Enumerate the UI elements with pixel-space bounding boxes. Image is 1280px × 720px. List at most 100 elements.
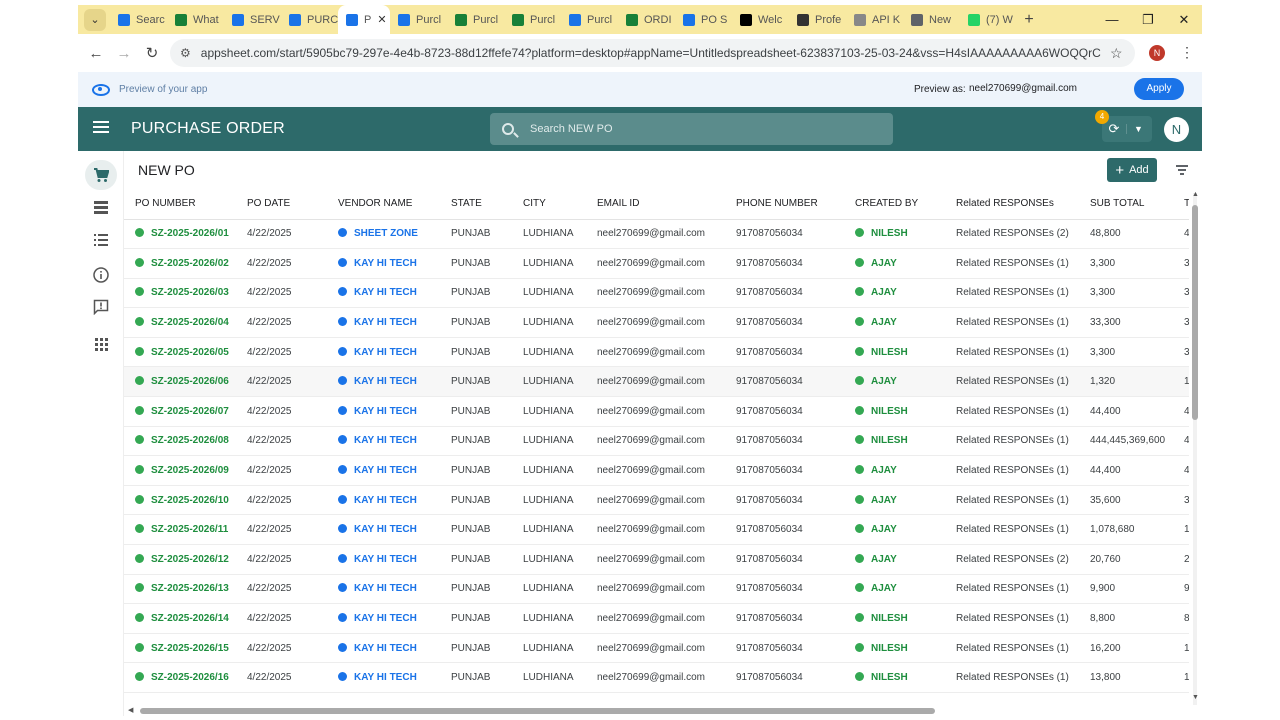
column-header[interactable]: Related RESPONSEs (945, 188, 1079, 220)
feedback-icon[interactable] (85, 292, 117, 322)
browser-tab[interactable]: Welc (732, 5, 789, 34)
po-value[interactable]: SZ-2025-2026/15 (151, 643, 229, 654)
created-value[interactable]: AJAY (871, 465, 897, 476)
tab-search-menu-icon[interactable]: ⌄ (84, 8, 106, 31)
table-row[interactable]: SZ-2025-2026/15 4/22/2025 KAY HI TECH PUNJA… (124, 633, 1189, 664)
table-row[interactable]: SZ-2025-2026/11 4/22/2025 KAY HI TECH PUNJA… (124, 514, 1189, 546)
po-value[interactable]: SZ-2025-2026/10 (151, 495, 229, 506)
vendor-value[interactable]: KAY HI TECH (354, 495, 417, 506)
scroll-down-icon[interactable]: ▼ (1192, 694, 1199, 701)
table-row[interactable]: SZ-2025-2026/04 4/22/2025 KAY HI TECH PUNJA… (124, 307, 1189, 338)
browser-tab[interactable]: Purcl (504, 5, 561, 34)
vendor-value[interactable]: KAY HI TECH (354, 258, 417, 269)
created-value[interactable]: NILESH (871, 643, 908, 654)
created-value[interactable]: NILESH (871, 347, 908, 358)
related-value[interactable]: Related RESPONSEs (1) (956, 613, 1069, 624)
po-value[interactable]: SZ-2025-2026/11 (151, 524, 228, 535)
po-value[interactable]: SZ-2025-2026/08 (151, 435, 229, 446)
table-row[interactable]: SZ-2025-2026/13 4/22/2025 KAY HI TECH PUNJA… (124, 574, 1189, 605)
column-header[interactable]: PO NUMBER (124, 188, 236, 220)
po-value[interactable]: SZ-2025-2026/12 (151, 554, 229, 565)
back-icon[interactable]: ← (82, 45, 110, 62)
restore-icon[interactable]: ❐ (1130, 5, 1166, 34)
horizontal-scroll-thumb[interactable] (140, 708, 935, 714)
table-view-icon[interactable] (85, 192, 117, 222)
browser-tab[interactable]: Searc (110, 5, 167, 34)
created-value[interactable]: AJAY (871, 287, 897, 298)
bookmark-star-icon[interactable]: ☆ (1110, 45, 1123, 62)
vendor-value[interactable]: KAY HI TECH (354, 347, 417, 358)
close-window-icon[interactable]: ✕ (1166, 5, 1202, 34)
browser-tab[interactable]: Profe (789, 5, 846, 34)
browser-tab[interactable]: SERV (224, 5, 281, 34)
po-value[interactable]: SZ-2025-2026/05 (151, 347, 229, 358)
scroll-up-icon[interactable]: ▲ (1192, 191, 1199, 198)
po-value[interactable]: SZ-2025-2026/16 (151, 672, 229, 683)
related-value[interactable]: Related RESPONSEs (1) (956, 465, 1069, 476)
related-value[interactable]: Related RESPONSEs (1) (956, 376, 1069, 387)
vendor-value[interactable]: KAY HI TECH (354, 465, 417, 476)
column-header[interactable]: EMAIL ID (586, 188, 725, 220)
created-value[interactable]: NILESH (871, 228, 908, 239)
cart-icon[interactable] (85, 160, 117, 190)
created-value[interactable]: AJAY (871, 317, 897, 328)
created-value[interactable]: AJAY (871, 554, 897, 565)
minimize-icon[interactable]: — (1094, 5, 1130, 34)
related-value[interactable]: Related RESPONSEs (1) (956, 347, 1069, 358)
reload-icon[interactable]: ↻ (138, 44, 166, 62)
po-value[interactable]: SZ-2025-2026/01 (151, 228, 229, 239)
table-row[interactable]: SZ-2025-2026/07 4/22/2025 KAY HI TECH PUNJA… (124, 396, 1189, 427)
related-value[interactable]: Related RESPONSEs (1) (956, 435, 1069, 446)
browser-tab[interactable]: What (167, 5, 224, 34)
table-row[interactable]: SZ-2025-2026/02 4/22/2025 KAY HI TECH PUNJA… (124, 248, 1189, 279)
related-value[interactable]: Related RESPONSEs (1) (956, 317, 1069, 328)
vendor-value[interactable]: KAY HI TECH (354, 583, 417, 594)
browser-tab[interactable]: Purcl (390, 5, 447, 34)
related-value[interactable]: Related RESPONSEs (1) (956, 583, 1069, 594)
table-row[interactable]: SZ-2025-2026/08 4/22/2025 KAY HI TECH PUNJA… (124, 426, 1189, 457)
created-value[interactable]: NILESH (871, 613, 908, 624)
browser-tab[interactable]: API K (846, 5, 903, 34)
created-value[interactable]: AJAY (871, 583, 897, 594)
vendor-value[interactable]: KAY HI TECH (354, 435, 417, 446)
po-value[interactable]: SZ-2025-2026/13 (151, 583, 229, 594)
created-value[interactable]: AJAY (871, 376, 897, 387)
user-avatar[interactable]: N (1164, 117, 1189, 142)
related-value[interactable]: Related RESPONSEs (1) (956, 406, 1069, 417)
browser-tab[interactable]: PO S (675, 5, 732, 34)
browser-menu-icon[interactable]: ⋮ (1180, 44, 1194, 61)
vendor-value[interactable]: KAY HI TECH (354, 643, 417, 654)
info-icon[interactable] (85, 260, 117, 290)
chevron-down-icon[interactable]: ▼ (1126, 124, 1150, 134)
vendor-value[interactable]: KAY HI TECH (354, 376, 417, 387)
po-value[interactable]: SZ-2025-2026/07 (151, 406, 229, 417)
related-value[interactable]: Related RESPONSEs (1) (956, 524, 1069, 535)
list-view-icon[interactable] (85, 225, 117, 255)
browser-tab[interactable]: Purcl (447, 5, 504, 34)
vendor-value[interactable]: SHEET ZONE (354, 228, 418, 239)
vendor-value[interactable]: KAY HI TECH (354, 287, 417, 298)
related-value[interactable]: Related RESPONSEs (1) (956, 643, 1069, 654)
table-row[interactable]: SZ-2025-2026/03 4/22/2025 KAY HI TECH PUNJA… (124, 278, 1189, 309)
table-row[interactable]: SZ-2025-2026/16 4/22/2025 KAY HI TECH PUNJA… (124, 662, 1189, 693)
po-value[interactable]: SZ-2025-2026/09 (151, 465, 229, 476)
vendor-value[interactable]: KAY HI TECH (354, 317, 417, 328)
related-value[interactable]: Related RESPONSEs (2) (956, 228, 1069, 239)
table-row[interactable]: SZ-2025-2026/12 4/22/2025 KAY HI TECH PUNJA… (124, 544, 1189, 575)
vendor-value[interactable]: KAY HI TECH (354, 524, 417, 535)
browser-tab[interactable]: New (903, 5, 960, 34)
scroll-left-icon[interactable]: ◀ (128, 706, 133, 714)
column-header[interactable]: CREATED BY (844, 188, 945, 220)
column-header[interactable]: SUB TOTAL (1079, 188, 1173, 220)
po-value[interactable]: SZ-2025-2026/04 (151, 317, 229, 328)
hamburger-menu-icon[interactable] (93, 121, 109, 133)
column-header[interactable]: CITY (512, 188, 586, 220)
filter-icon[interactable] (1176, 165, 1188, 175)
search-input[interactable] (530, 123, 870, 135)
browser-tab[interactable]: (7) W (960, 5, 1017, 34)
related-value[interactable]: Related RESPONSEs (1) (956, 672, 1069, 683)
vendor-value[interactable]: KAY HI TECH (354, 672, 417, 683)
table-row[interactable]: SZ-2025-2026/05 4/22/2025 KAY HI TECH PUNJA… (124, 337, 1189, 368)
add-button[interactable]: + Add (1107, 158, 1157, 182)
related-value[interactable]: Related RESPONSEs (1) (956, 258, 1069, 269)
